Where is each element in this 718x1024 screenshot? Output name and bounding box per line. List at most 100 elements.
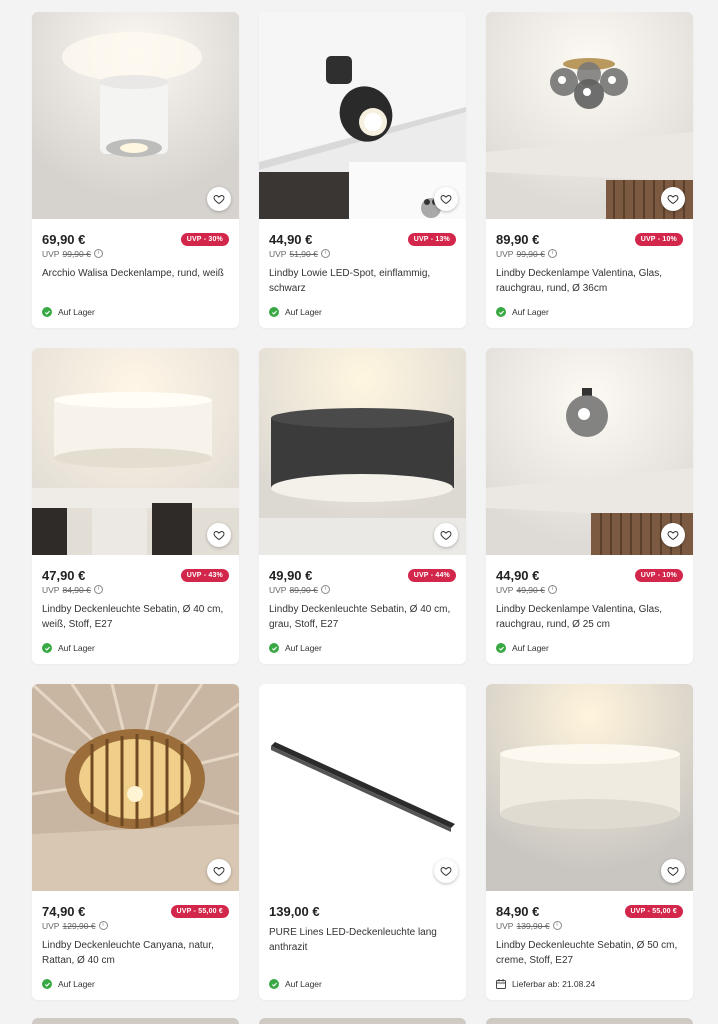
heart-icon <box>440 530 452 541</box>
uvp-price: 139,90 € <box>516 920 550 931</box>
product-name[interactable]: Arcchio Walisa Deckenlampe, rund, weiß <box>42 266 229 296</box>
price: 74,90 € <box>42 903 86 919</box>
availability: Auf Lager <box>42 979 95 989</box>
availability: Auf Lager <box>42 643 95 653</box>
uvp-line: UVP 51,90 € i <box>269 248 456 259</box>
product-image[interactable] <box>259 684 466 891</box>
uvp-line: UVP 129,90 € i <box>42 920 229 931</box>
check-circle-icon <box>269 307 279 317</box>
product-card[interactable]: 47,90 € UVP - 43% UVP 84,90 € i Lindby D… <box>32 348 239 664</box>
heart-icon <box>213 866 225 877</box>
price: 139,00 € <box>269 903 320 919</box>
availability: Auf Lager <box>269 979 322 989</box>
info-icon[interactable]: i <box>93 249 103 258</box>
product-image[interactable] <box>32 12 239 219</box>
availability: Lieferbar ab: 21.08.24 <box>496 979 595 989</box>
uvp-price: 99,90 € <box>516 248 545 259</box>
price: 49,90 € <box>269 567 313 583</box>
check-circle-icon <box>42 307 52 317</box>
product-name[interactable]: Lindby Deckenlampe Valentina, Glas, rauc… <box>496 266 683 296</box>
product-name[interactable]: Lindby Deckenleuchte Sebatin, Ø 50 cm, c… <box>496 938 683 968</box>
product-card[interactable]: 44,90 € UVP - 10% UVP 49,90 € i Lindby D… <box>486 348 693 664</box>
product-card[interactable]: 139,00 € PURE Lines LED-Deckenleuchte la… <box>259 684 466 1000</box>
product-image[interactable] <box>32 684 239 891</box>
uvp-price: 89,90 € <box>289 584 318 595</box>
product-image[interactable] <box>486 684 693 891</box>
discount-badge: UVP - 13% <box>407 232 456 246</box>
price: 47,90 € <box>42 567 86 583</box>
info-icon[interactable]: i <box>552 921 562 930</box>
uvp-line: UVP 139,90 € i <box>496 920 683 931</box>
favorite-button[interactable] <box>434 859 458 883</box>
product-card[interactable]: 44,90 € UVP - 13% UVP 51,90 € i Lindby L… <box>259 12 466 328</box>
price: 84,90 € <box>496 903 540 919</box>
product-card[interactable]: 74,90 € UVP - 55,00 € UVP 129,90 € i Lin… <box>32 684 239 1000</box>
product-name[interactable]: Lindby Deckenlampe Valentina, Glas, rauc… <box>496 602 683 632</box>
heart-icon <box>667 194 679 205</box>
check-circle-icon <box>496 307 506 317</box>
favorite-button[interactable] <box>207 859 231 883</box>
uvp-price: 99,90 € <box>62 248 91 259</box>
heart-icon <box>667 530 679 541</box>
favorite-button[interactable] <box>661 859 685 883</box>
product-name[interactable]: Lindby Deckenleuchte Sebatin, Ø 40 cm, g… <box>269 602 456 632</box>
info-icon[interactable]: i <box>320 249 330 258</box>
product-card[interactable]: 84,90 € UVP - 55,00 € UVP 139,90 € i Lin… <box>486 684 693 1000</box>
price: 44,90 € <box>269 231 313 247</box>
product-image[interactable] <box>259 348 466 555</box>
check-circle-icon <box>269 643 279 653</box>
price: 89,90 € <box>496 231 540 247</box>
discount-badge: UVP - 30% <box>180 232 229 246</box>
info-icon[interactable]: i <box>320 585 330 594</box>
discount-badge: UVP - 43% <box>180 568 229 582</box>
uvp-price: 49,90 € <box>516 584 545 595</box>
heart-icon <box>213 530 225 541</box>
heart-icon <box>440 866 452 877</box>
product-grid: 69,90 € UVP - 30% UVP 99,90 € i Arcchio … <box>32 12 694 1000</box>
next-row-card <box>486 1018 693 1024</box>
heart-icon <box>667 866 679 877</box>
discount-badge: UVP - 55,00 € <box>170 904 229 918</box>
availability: Auf Lager <box>496 307 549 317</box>
product-image[interactable] <box>32 348 239 555</box>
favorite-button[interactable] <box>207 523 231 547</box>
availability: Auf Lager <box>42 307 95 317</box>
info-icon[interactable]: i <box>98 921 108 930</box>
favorite-button[interactable] <box>434 523 458 547</box>
check-circle-icon <box>42 643 52 653</box>
calendar-icon <box>496 979 506 989</box>
check-circle-icon <box>269 979 279 989</box>
favorite-button[interactable] <box>661 187 685 211</box>
product-image[interactable] <box>259 12 466 219</box>
product-name[interactable]: Lindby Lowie LED-Spot, einflammig, schwa… <box>269 266 456 296</box>
product-name[interactable]: PURE Lines LED-Deckenleuchte lang anthra… <box>269 925 456 955</box>
heart-icon <box>213 194 225 205</box>
next-row-card <box>32 1018 239 1024</box>
product-name[interactable]: Lindby Deckenleuchte Sebatin, Ø 40 cm, w… <box>42 602 229 632</box>
uvp-price: 84,90 € <box>62 584 91 595</box>
product-card[interactable]: 69,90 € UVP - 30% UVP 99,90 € i Arcchio … <box>32 12 239 328</box>
product-image[interactable] <box>486 348 693 555</box>
info-icon[interactable]: i <box>547 585 557 594</box>
favorite-button[interactable] <box>434 187 458 211</box>
favorite-button[interactable] <box>207 187 231 211</box>
uvp-line: UVP 49,90 € i <box>496 584 683 595</box>
uvp-line: UVP 99,90 € i <box>42 248 229 259</box>
discount-badge: UVP - 44% <box>407 568 456 582</box>
product-card[interactable]: 49,90 € UVP - 44% UVP 89,90 € i Lindby D… <box>259 348 466 664</box>
uvp-line: UVP 84,90 € i <box>42 584 229 595</box>
availability: Auf Lager <box>269 307 322 317</box>
check-circle-icon <box>496 643 506 653</box>
uvp-line: UVP 99,90 € i <box>496 248 683 259</box>
discount-badge: UVP - 10% <box>634 232 683 246</box>
product-name[interactable]: Lindby Deckenleuchte Canyana, natur, Rat… <box>42 938 229 968</box>
info-icon[interactable]: i <box>93 585 103 594</box>
availability: Auf Lager <box>269 643 322 653</box>
product-card[interactable]: 89,90 € UVP - 10% UVP 99,90 € i Lindby D… <box>486 12 693 328</box>
discount-badge: UVP - 10% <box>634 568 683 582</box>
info-icon[interactable]: i <box>547 249 557 258</box>
favorite-button[interactable] <box>661 523 685 547</box>
heart-icon <box>440 194 452 205</box>
availability: Auf Lager <box>496 643 549 653</box>
product-image[interactable] <box>486 12 693 219</box>
